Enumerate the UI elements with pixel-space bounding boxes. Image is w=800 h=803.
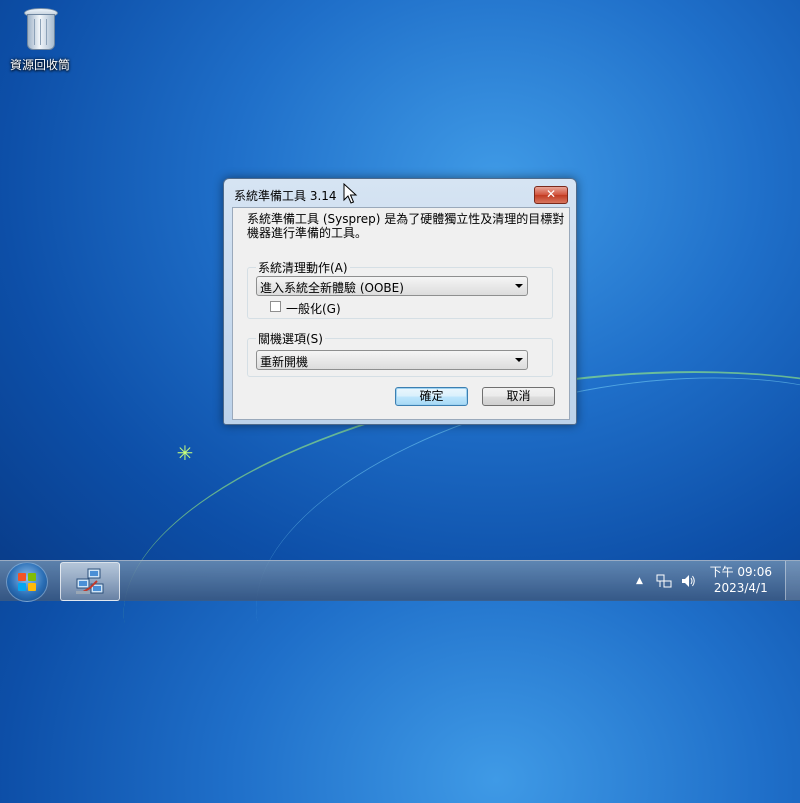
clock[interactable]: 下午 09:06 2023/4/1 (710, 564, 772, 596)
cleanup-action-dropdown[interactable]: 進入系統全新體驗 (OOBE) (256, 276, 528, 296)
show-hidden-icons-button[interactable]: ▲ (636, 576, 643, 586)
dialog-titlebar[interactable]: 系統準備工具 3.14 ✕ (224, 179, 576, 207)
taskbar-app-sysprep[interactable] (60, 562, 120, 601)
generalize-checkbox[interactable] (270, 301, 281, 312)
dialog-client-area: 系統準備工具 (Sysprep) 是為了硬體獨立性及清理的目標對機器進行準備的工… (232, 207, 570, 420)
show-desktop-button[interactable] (785, 561, 800, 600)
shutdown-options-group: 關機選項(S) 重新開機 (247, 330, 553, 377)
close-icon: ✕ (545, 187, 557, 201)
sysprep-dialog: 系統準備工具 3.14 ✕ 系統準備工具 (Sysprep) 是為了硬體獨立性及… (223, 178, 577, 425)
start-button[interactable] (6, 562, 48, 602)
generalize-label[interactable]: 一般化(G) (286, 300, 341, 317)
close-button[interactable]: ✕ (534, 186, 568, 204)
recycle-bin-icon (23, 6, 58, 50)
cleanup-action-value: 進入系統全新體驗 (OOBE) (260, 281, 404, 295)
network-status-icon[interactable] (656, 573, 672, 589)
mouse-cursor-icon (343, 183, 358, 204)
clock-time: 下午 09:06 (709, 565, 772, 579)
shutdown-options-value: 重新開機 (260, 355, 309, 369)
cancel-button[interactable]: 取消 (482, 387, 555, 406)
system-tray: ▲ 下午 09:06 2023/4/1 (630, 561, 800, 601)
desktop-icon-recycle-bin[interactable]: 資源回收筒 (6, 6, 74, 73)
shutdown-options-label: 關機選項(S) (256, 330, 325, 347)
taskbar: ▲ 下午 09:06 2023/4/1 (0, 560, 800, 602)
network-computers-icon (76, 568, 104, 594)
volume-icon[interactable] (680, 573, 696, 589)
shutdown-options-dropdown[interactable]: 重新開機 (256, 350, 528, 370)
wallpaper-sparkle-icon: ✳ (176, 441, 194, 465)
ok-button[interactable]: 確定 (395, 387, 468, 406)
chevron-down-icon (515, 358, 523, 362)
clock-date: 2023/4/1 (713, 581, 768, 595)
desktop-icon-label: 資源回收筒 (9, 58, 70, 72)
chevron-down-icon (515, 284, 523, 288)
dialog-title: 系統準備工具 3.14 (234, 189, 337, 203)
dialog-description: 系統準備工具 (Sysprep) 是為了硬體獨立性及清理的目標對機器進行準備的工… (247, 212, 565, 240)
cleanup-action-group: 系統清理動作(A) 進入系統全新體驗 (OOBE) 一般化(G) (247, 259, 553, 319)
cleanup-action-label: 系統清理動作(A) (256, 259, 350, 276)
windows-logo-icon (18, 573, 36, 591)
